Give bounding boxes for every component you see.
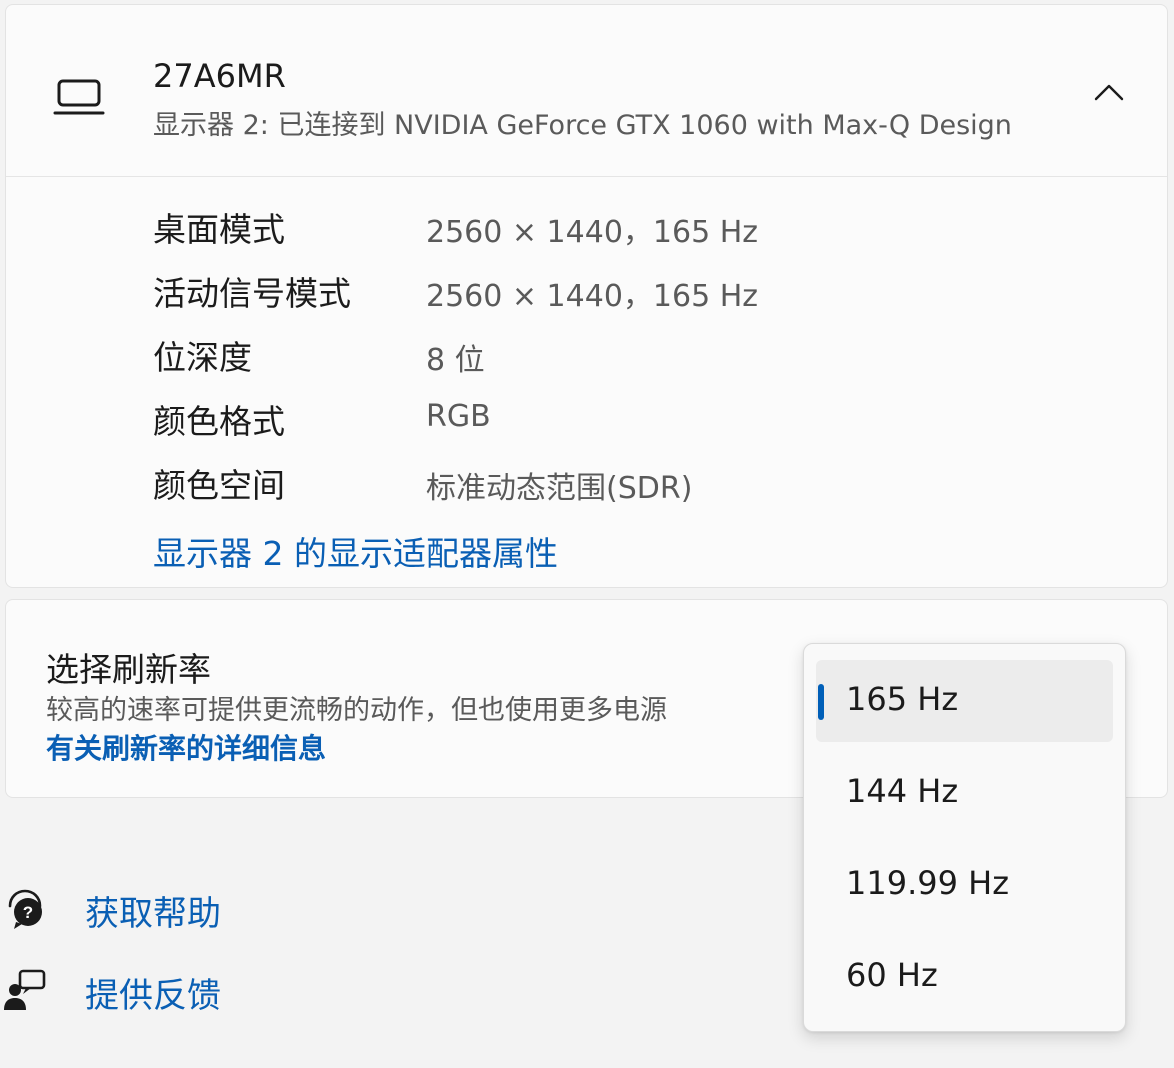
property-value: 标准动态范围(SDR) xyxy=(426,471,693,506)
display-card-header[interactable]: 27A6MR 显示器 2: 已连接到 NVIDIA GeForce GTX 10… xyxy=(6,5,1167,177)
property-label: 活动信号模式 xyxy=(153,274,351,313)
property-label: 位深度 xyxy=(153,338,252,377)
give-feedback-link[interactable]: 提供反馈 xyxy=(0,966,320,1016)
property-row-color-space: 颜色空间 标准动态范围(SDR) xyxy=(153,453,1053,517)
display-info-card: 27A6MR 显示器 2: 已连接到 NVIDIA GeForce GTX 10… xyxy=(5,4,1168,588)
chevron-up-icon xyxy=(1094,83,1124,105)
refresh-rate-info-link[interactable]: 有关刷新率的详细信息 xyxy=(46,727,326,767)
property-value: 2560 × 1440，165 Hz xyxy=(426,215,759,250)
help-chat-icon: ? xyxy=(2,886,48,932)
option-label: 144 Hz xyxy=(846,772,959,810)
property-value: 8 位 xyxy=(426,343,485,378)
laptop-monitor-icon xyxy=(53,77,105,117)
property-label: 桌面模式 xyxy=(153,210,285,249)
display-properties: 桌面模式 2560 × 1440，165 Hz 活动信号模式 2560 × 14… xyxy=(153,197,1053,517)
option-label: 60 Hz xyxy=(846,956,938,994)
property-value: RGB xyxy=(426,399,491,434)
selected-indicator xyxy=(818,684,824,720)
option-label: 119.99 Hz xyxy=(846,864,1009,902)
property-label: 颜色空间 xyxy=(153,466,285,505)
monitor-description: 显示器 2: 已连接到 NVIDIA GeForce GTX 1060 with… xyxy=(153,110,1012,141)
property-label: 颜色格式 xyxy=(153,402,285,441)
refresh-rate-option-144[interactable]: 144 Hz xyxy=(816,752,1113,834)
property-row-color-format: 颜色格式 RGB xyxy=(153,389,1053,453)
display-adapter-properties-link[interactable]: 显示器 2 的显示适配器属性 xyxy=(153,527,558,575)
get-help-link[interactable]: ? 获取帮助 xyxy=(0,884,320,934)
property-row-desktop-mode: 桌面模式 2560 × 1440，165 Hz xyxy=(153,197,1053,261)
get-help-label: 获取帮助 xyxy=(85,894,221,934)
refresh-rate-title: 选择刷新率 xyxy=(46,650,211,689)
property-row-bit-depth: 位深度 8 位 xyxy=(153,325,1053,389)
give-feedback-label: 提供反馈 xyxy=(85,976,221,1016)
property-value: 2560 × 1440，165 Hz xyxy=(426,279,759,314)
refresh-rate-description: 较高的速率可提供更流畅的动作，但也使用更多电源 xyxy=(46,695,667,726)
monitor-name: 27A6MR xyxy=(153,57,286,95)
option-label: 165 Hz xyxy=(846,680,959,718)
svg-text:?: ? xyxy=(23,903,33,922)
refresh-rate-option-119-99[interactable]: 119.99 Hz xyxy=(816,844,1113,926)
feedback-person-icon xyxy=(2,968,48,1014)
refresh-rate-option-165[interactable]: 165 Hz xyxy=(816,660,1113,742)
refresh-rate-option-60[interactable]: 60 Hz xyxy=(816,936,1113,1018)
refresh-rate-dropdown[interactable]: 165 Hz 144 Hz 119.99 Hz 60 Hz xyxy=(803,643,1126,1032)
property-row-active-signal-mode: 活动信号模式 2560 × 1440，165 Hz xyxy=(153,261,1053,325)
collapse-button[interactable] xyxy=(1086,71,1132,117)
